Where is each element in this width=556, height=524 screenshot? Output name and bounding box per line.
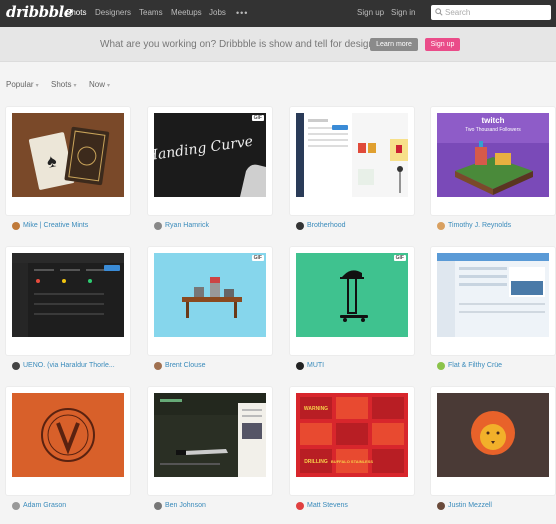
filter-now[interactable]: Now ▾: [89, 80, 110, 89]
more-dots-icon[interactable]: •••: [236, 8, 248, 18]
shot-image: Handing Curve: [154, 113, 266, 197]
avatar: [12, 502, 20, 510]
avatar: [437, 222, 445, 230]
poster-buffalo: BUFFALO STAINLESS: [331, 459, 373, 464]
shot-image: WARNING BUFFALO STAINLESS DRILLING: [296, 393, 408, 477]
twitch-subtitle: Two Thousand Followers: [465, 127, 521, 133]
nav-shots[interactable]: Shots: [66, 8, 86, 17]
shot-card[interactable]: [6, 387, 130, 495]
nav-designers[interactable]: Designers: [95, 8, 131, 17]
shot-image: [296, 113, 408, 197]
shot-image: [296, 253, 408, 337]
shot-image: [154, 253, 266, 337]
gif-badge: GIF: [251, 255, 264, 261]
author-name: Adam Grason: [23, 502, 67, 509]
search-placeholder: Search: [445, 8, 471, 17]
author-name: Ben Johnson: [165, 502, 206, 509]
shot-image: [12, 393, 124, 477]
shot-thumbnail[interactable]: [12, 393, 124, 477]
chevron-down-icon: ▾: [35, 83, 39, 89]
poster-warning: WARNING: [304, 406, 328, 412]
author-name: Justin Mezzell: [448, 502, 492, 509]
shot-image: ♠: [12, 113, 124, 197]
shot-card[interactable]: [6, 247, 130, 355]
nav-meetups[interactable]: Meetups: [171, 8, 202, 17]
shot-card[interactable]: GIF: [148, 247, 272, 355]
filter-shots-label: Shots: [51, 80, 72, 89]
author-name: Timothy J. Reynolds: [448, 222, 512, 229]
poster-drilling: DRILLING: [304, 459, 328, 465]
shot-thumbnail[interactable]: [296, 113, 408, 197]
learn-more-button[interactable]: Learn more: [370, 38, 418, 51]
shot-thumbnail[interactable]: [12, 253, 124, 337]
author-name: Brent Clouse: [165, 362, 206, 369]
gif-badge: GIF: [251, 115, 264, 121]
twitch-wordmark: twitch: [481, 116, 504, 125]
avatar: [296, 222, 304, 230]
shot-thumbnail[interactable]: [437, 253, 549, 337]
shot-thumbnail[interactable]: twitch Two Thousand Followers: [437, 113, 549, 197]
shot-card[interactable]: [431, 387, 555, 495]
shot-image: [12, 253, 124, 337]
avatar: [12, 362, 20, 370]
shot-card[interactable]: [431, 247, 555, 355]
dribbble-logo[interactable]: dribbble: [6, 3, 73, 21]
avatar: [437, 362, 445, 370]
shot-image: [437, 393, 549, 477]
nav-teams[interactable]: Teams: [139, 8, 163, 17]
avatar: [154, 222, 162, 230]
author-name: Flat & Filthy Crüe: [448, 362, 503, 369]
avatar: [154, 362, 162, 370]
filter-now-label: Now: [89, 80, 106, 89]
author-name: Mike | Creative Mints: [23, 222, 89, 229]
filter-popular[interactable]: Popular ▾: [6, 80, 39, 89]
avatar: [154, 502, 162, 510]
filter-shots[interactable]: Shots ▾: [51, 80, 76, 89]
shot-card[interactable]: ♠: [6, 107, 130, 215]
shot-thumbnail[interactable]: [437, 393, 549, 477]
search-icon: [435, 8, 443, 16]
shot-card[interactable]: twitch Two Thousand Followers: [431, 107, 555, 215]
author-name: Brotherhood: [307, 222, 346, 229]
shot-image: [437, 253, 549, 337]
gif-badge: GIF: [393, 255, 406, 261]
shot-card[interactable]: Handing Curve GIF: [148, 107, 272, 215]
avatar: [12, 222, 20, 230]
nav-signup[interactable]: Sign up: [357, 8, 384, 17]
shot-image: twitch Two Thousand Followers: [437, 113, 549, 197]
filter-popular-label: Popular: [6, 80, 34, 89]
shot-card[interactable]: GIF: [290, 247, 414, 355]
avatar: [296, 362, 304, 370]
author-name: MUTI: [307, 362, 325, 369]
chevron-down-icon: ▾: [107, 83, 111, 89]
intro-banner: What are you working on? Dribbble is sho…: [0, 27, 556, 62]
shot-thumbnail[interactable]: GIF: [154, 253, 266, 337]
nav-signin[interactable]: Sign in: [391, 8, 415, 17]
shot-thumbnail[interactable]: ♠: [12, 113, 124, 197]
chevron-down-icon: ▾: [73, 83, 77, 89]
banner-text: What are you working on? Dribbble is sho…: [100, 39, 391, 50]
shot-thumbnail[interactable]: Handing Curve GIF: [154, 113, 266, 197]
nav-jobs[interactable]: Jobs: [209, 8, 226, 17]
top-nav: dribbble Shots Designers Teams Meetups J…: [0, 0, 556, 27]
shot-card[interactable]: [290, 107, 414, 215]
shot-thumbnail[interactable]: GIF: [296, 253, 408, 337]
author-name: Matt Stevens: [307, 502, 348, 509]
shot-thumbnail[interactable]: WARNING BUFFALO STAINLESS DRILLING: [296, 393, 408, 477]
shot-card[interactable]: [148, 387, 272, 495]
signup-button[interactable]: Sign up: [425, 38, 460, 51]
author-name: UENO. (via Haraldur Thorle...: [23, 362, 115, 369]
shot-thumbnail[interactable]: [154, 393, 266, 477]
avatar: [296, 502, 304, 510]
author-name: Ryan Hamrick: [165, 222, 209, 229]
search-input[interactable]: Search: [431, 5, 551, 20]
shot-image: [154, 393, 266, 477]
avatar: [437, 502, 445, 510]
shot-card[interactable]: WARNING BUFFALO STAINLESS DRILLING: [290, 387, 414, 495]
